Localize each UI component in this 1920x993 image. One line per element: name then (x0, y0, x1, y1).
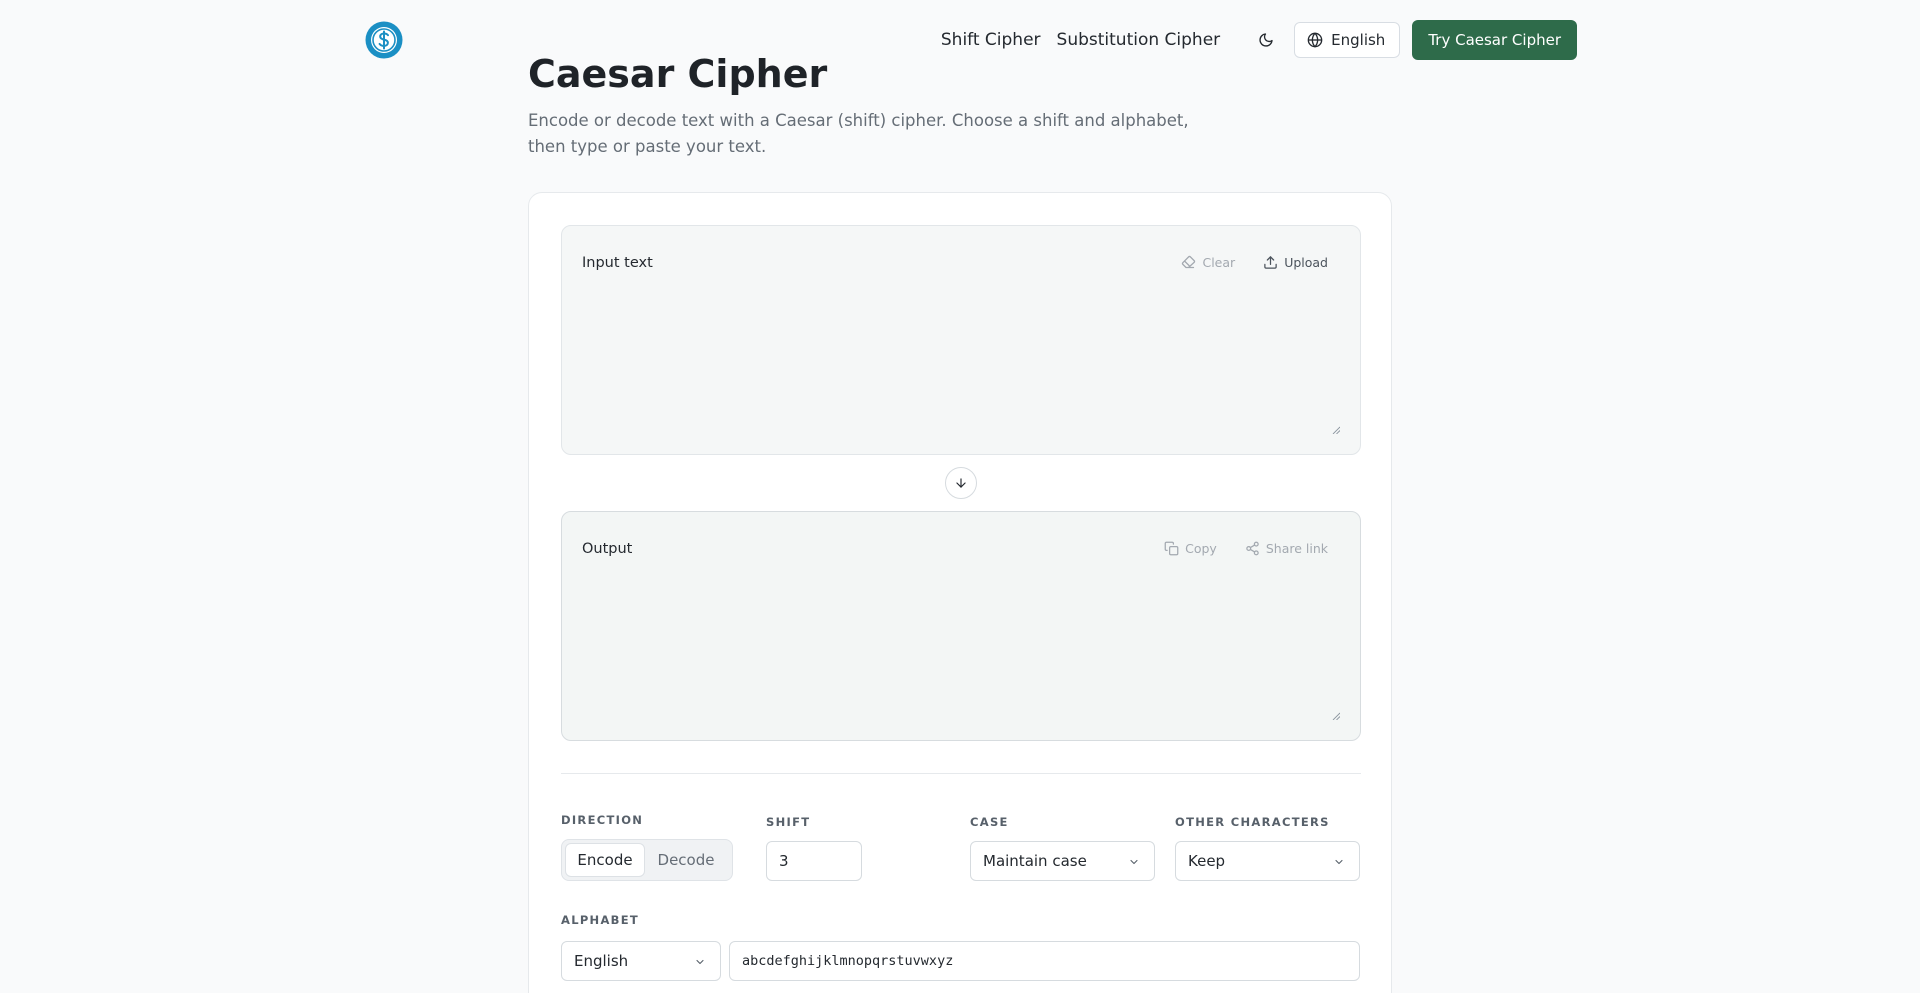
try-caesar-cipher-button[interactable]: Try Caesar Cipher (1412, 20, 1577, 60)
input-actions: Clear Upload (1153, 255, 1328, 270)
divider (561, 773, 1361, 774)
chevron-down-icon (696, 959, 704, 965)
clear-label: Clear (1202, 255, 1236, 270)
copy-label: Copy (1185, 541, 1217, 556)
dollar-circle-icon (365, 21, 403, 59)
moon-icon (1259, 33, 1273, 47)
alphabet-label: ALPHABET (561, 913, 640, 927)
share-icon (1246, 541, 1259, 556)
direction-arrow-button[interactable] (945, 467, 977, 499)
decode-option[interactable]: Decode (645, 843, 727, 877)
copy-button[interactable]: Copy (1164, 541, 1217, 556)
upload-button[interactable]: Upload (1263, 255, 1328, 270)
alphabet-select[interactable]: English (561, 941, 721, 981)
arrow-down-icon (956, 478, 966, 488)
resize-handle-icon[interactable] (1332, 426, 1340, 434)
top-nav: Shift Cipher Substitution Cipher English… (941, 20, 1577, 60)
share-link-button[interactable]: Share link (1245, 541, 1328, 556)
alphabet-string: abcdefghijklmnopqrstuvwxyz (742, 953, 954, 969)
other-characters-select[interactable]: Keep (1175, 841, 1360, 881)
upload-label: Upload (1284, 255, 1328, 270)
output-actions: Copy Share link (1136, 541, 1328, 556)
resize-handle-icon[interactable] (1332, 712, 1340, 720)
output-text-area[interactable]: Output Copy Share link (561, 511, 1361, 741)
page-title: Caesar Cipher (528, 52, 828, 96)
page-subtitle: Encode or decode text with a Caesar (shi… (528, 108, 1208, 160)
chevron-down-icon (1130, 859, 1138, 865)
shift-input[interactable]: 3 (766, 841, 862, 881)
input-label: Input text (582, 255, 653, 271)
alphabet-value: English (574, 952, 629, 970)
nav-shift-cipher[interactable]: Shift Cipher (941, 30, 1041, 50)
eraser-icon (1182, 255, 1196, 269)
language-label: English (1331, 31, 1386, 49)
encode-option[interactable]: Encode (565, 843, 645, 877)
other-characters-label: OTHER CHARACTERS (1175, 815, 1330, 829)
subtitle-line-1: Encode or decode text with a Caesar (shi… (528, 111, 1189, 130)
other-characters-value: Keep (1188, 852, 1226, 870)
copy-icon (1164, 541, 1179, 556)
theme-toggle-button[interactable] (1248, 22, 1284, 58)
case-value: Maintain case (983, 852, 1087, 870)
clear-button[interactable]: Clear (1181, 255, 1235, 270)
case-select[interactable]: Maintain case (970, 841, 1155, 881)
globe-icon (1307, 32, 1323, 48)
alphabet-string-input[interactable]: abcdefghijklmnopqrstuvwxyz (729, 941, 1360, 981)
logo[interactable] (364, 20, 404, 60)
share-label: Share link (1265, 541, 1328, 556)
case-label: CASE (970, 815, 1009, 829)
direction-label: DIRECTION (561, 813, 644, 827)
input-text-area[interactable]: Input text Clear Upload (561, 225, 1361, 455)
chevron-down-icon (1335, 859, 1343, 865)
shift-label: SHIFT (766, 815, 811, 829)
output-label: Output (582, 541, 633, 557)
subtitle-line-2: then type or paste your text. (528, 137, 767, 156)
nav-substitution-cipher[interactable]: Substitution Cipher (1057, 30, 1221, 50)
language-button[interactable]: English (1294, 22, 1401, 58)
upload-icon (1264, 256, 1277, 269)
cipher-card: Input text Clear Upload Output Copy Shar… (528, 192, 1392, 993)
shift-value: 3 (779, 852, 789, 870)
direction-toggle: Encode Decode (561, 839, 733, 881)
